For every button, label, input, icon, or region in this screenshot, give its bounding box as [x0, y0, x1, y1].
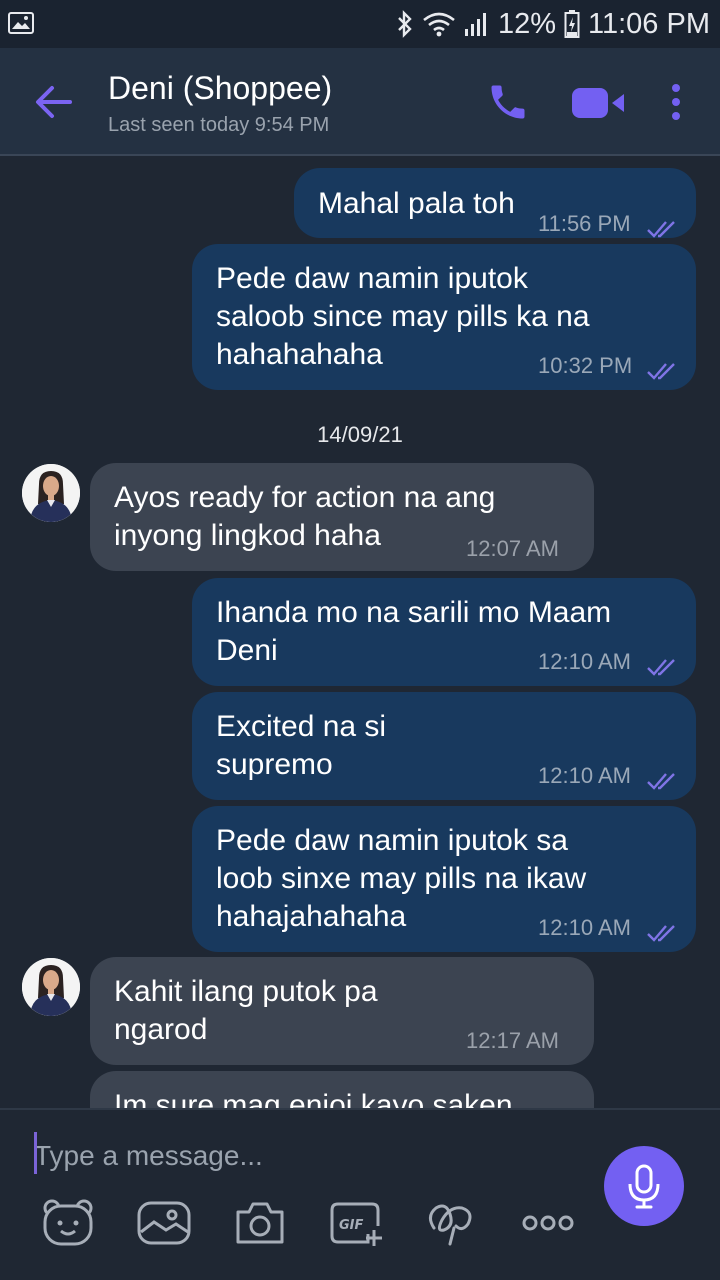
phone-call-icon[interactable]: [486, 80, 530, 129]
message-text: Ayos ready for action na ang inyong ling…: [114, 481, 496, 552]
outgoing-message[interactable]: Pede daw namin iputok saloob since may p…: [192, 244, 696, 390]
video-call-icon[interactable]: [570, 86, 626, 125]
camera-icon[interactable]: [232, 1198, 288, 1248]
message-text: Excited na si supremo: [216, 710, 387, 781]
more-icon[interactable]: [520, 1198, 576, 1248]
outgoing-message[interactable]: Excited na si supremo 12:10 AM: [192, 692, 696, 800]
message-time: 12:17 AM: [466, 1028, 559, 1053]
message-text: Mahal pala toh: [318, 187, 515, 220]
gif-icon[interactable]: GIF: [328, 1198, 384, 1248]
message-input[interactable]: [34, 1132, 574, 1180]
message-time: 11:56 PM: [538, 211, 631, 236]
doodle-icon[interactable]: [424, 1198, 480, 1248]
outgoing-message[interactable]: Mahal pala toh 11:56 PM: [294, 168, 696, 238]
wifi-icon: [422, 11, 456, 37]
sticker-icon[interactable]: [40, 1198, 96, 1248]
incoming-message[interactable]: Kahit ilang putok pa ngarod 12:17 AM: [90, 957, 594, 1065]
back-arrow-icon[interactable]: [32, 82, 76, 122]
contact-avatar[interactable]: [22, 464, 80, 522]
image-gallery-icon[interactable]: [136, 1198, 192, 1248]
outgoing-message[interactable]: Ihanda mo na sarili mo Maam Deni 12:10 A…: [192, 578, 696, 686]
message-composer: GIF: [0, 1108, 720, 1280]
voice-message-button[interactable]: [604, 1146, 684, 1226]
gallery-notification-icon: [8, 12, 34, 39]
message-time: 12:07 AM: [466, 536, 559, 561]
text-cursor: [34, 1132, 37, 1174]
message-text: Pede daw namin iputok sa loob sinxe may …: [216, 824, 587, 933]
message-text: Pede daw namin iputok saloob since may p…: [216, 262, 590, 371]
last-seen-status: Last seen today 9:54 PM: [108, 114, 330, 136]
contact-avatar[interactable]: [22, 958, 80, 1016]
contact-name[interactable]: Deni (Shoppee): [108, 70, 332, 107]
battery-icon: [564, 10, 580, 38]
more-options-icon[interactable]: [668, 82, 684, 127]
clock: 11:06 PM: [588, 7, 710, 40]
incoming-message[interactable]: Ayos ready for action na ang inyong ling…: [90, 463, 594, 571]
double-check-icon: [646, 650, 678, 688]
chat-header: Deni (Shoppee) Last seen today 9:54 PM: [0, 48, 720, 156]
message-list[interactable]: Mahal pala toh 11:56 PM Pede daw namin i…: [0, 158, 720, 1108]
svg-text:GIF: GIF: [339, 1218, 364, 1233]
microphone-icon: [628, 1164, 660, 1209]
message-time: 12:10 AM: [538, 915, 631, 940]
date-separator: 14/09/21: [317, 422, 403, 447]
message-text: Im sure mag enjoi kayo saken: [114, 1089, 513, 1108]
bluetooth-icon: [396, 10, 414, 38]
signal-icon: [464, 11, 490, 37]
message-time: 10:32 PM: [538, 353, 633, 378]
outgoing-message[interactable]: Pede daw namin iputok sa loob sinxe may …: [192, 806, 696, 952]
double-check-icon: [646, 916, 678, 954]
message-time: 12:10 AM: [538, 649, 631, 674]
message-time: 12:10 AM: [538, 763, 631, 788]
message-text: Kahit ilang putok pa ngarod: [114, 975, 378, 1046]
incoming-message[interactable]: Im sure mag enjoi kayo saken: [90, 1071, 594, 1108]
battery-percent: 12%: [497, 7, 557, 40]
double-check-icon: [646, 764, 678, 802]
status-bar: 12% 11:06 PM: [0, 0, 720, 48]
double-check-icon: [646, 354, 678, 392]
